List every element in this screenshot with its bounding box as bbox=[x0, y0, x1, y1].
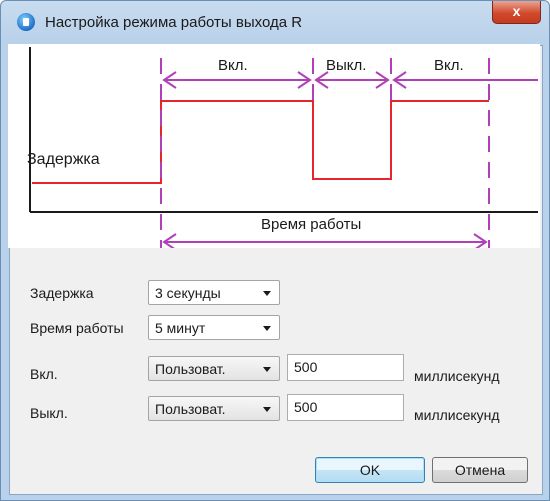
work-time-select-value: 5 минут bbox=[155, 320, 206, 336]
delay-label: Задержка bbox=[30, 285, 94, 301]
chevron-down-icon bbox=[263, 367, 271, 372]
close-button[interactable]: x bbox=[492, 1, 541, 24]
signal-line bbox=[32, 100, 489, 184]
chevron-down-icon bbox=[263, 291, 271, 296]
diagram-label-delay: Задержка bbox=[27, 151, 100, 168]
chevron-down-icon bbox=[263, 407, 271, 412]
work-time-select[interactable]: 5 минут bbox=[148, 315, 280, 340]
off-label: Выкл. bbox=[30, 405, 68, 421]
ok-button[interactable]: OK bbox=[315, 457, 425, 483]
off-duration-input[interactable]: 500 bbox=[287, 394, 404, 421]
delay-select[interactable]: 3 секунды bbox=[148, 280, 280, 305]
arrow-work-time bbox=[162, 233, 488, 251]
off-duration-value: 500 bbox=[294, 399, 318, 415]
diagram-label-off: Выкл. bbox=[326, 57, 367, 74]
app-icon bbox=[17, 13, 35, 31]
on-duration-value: 500 bbox=[294, 359, 318, 375]
on-duration-input[interactable]: 500 bbox=[287, 354, 404, 381]
off-mode-select-value: Пользоват. bbox=[155, 401, 226, 417]
arrow-on-1 bbox=[162, 71, 312, 89]
delay-select-value: 3 секунды bbox=[155, 285, 221, 301]
title-bar[interactable]: Настройка режима работы выхода R x bbox=[1, 1, 549, 45]
window-title: Настройка режима работы выхода R bbox=[45, 14, 303, 31]
diagram-label-work-time: Время работы bbox=[261, 216, 362, 233]
on-mode-select-value: Пользоват. bbox=[155, 361, 226, 377]
arrow-off bbox=[314, 71, 390, 89]
on-mode-select[interactable]: Пользоват. bbox=[148, 356, 280, 381]
on-label: Вкл. bbox=[30, 366, 58, 382]
diagram-label-on-1: Вкл. bbox=[218, 57, 248, 74]
arrow-on-2 bbox=[392, 71, 538, 89]
work-time-label: Время работы bbox=[30, 320, 124, 336]
chevron-down-icon bbox=[263, 326, 271, 331]
off-unit-label: миллисекунд bbox=[414, 407, 500, 423]
off-mode-select[interactable]: Пользоват. bbox=[148, 396, 280, 421]
timing-diagram: Задержка Вкл. Выкл. Вкл. Время работы bbox=[8, 44, 540, 251]
on-unit-label: миллисекунд bbox=[414, 368, 500, 384]
diagram-label-on-2: Вкл. bbox=[434, 57, 464, 74]
cancel-button[interactable]: Отмена bbox=[432, 457, 528, 483]
